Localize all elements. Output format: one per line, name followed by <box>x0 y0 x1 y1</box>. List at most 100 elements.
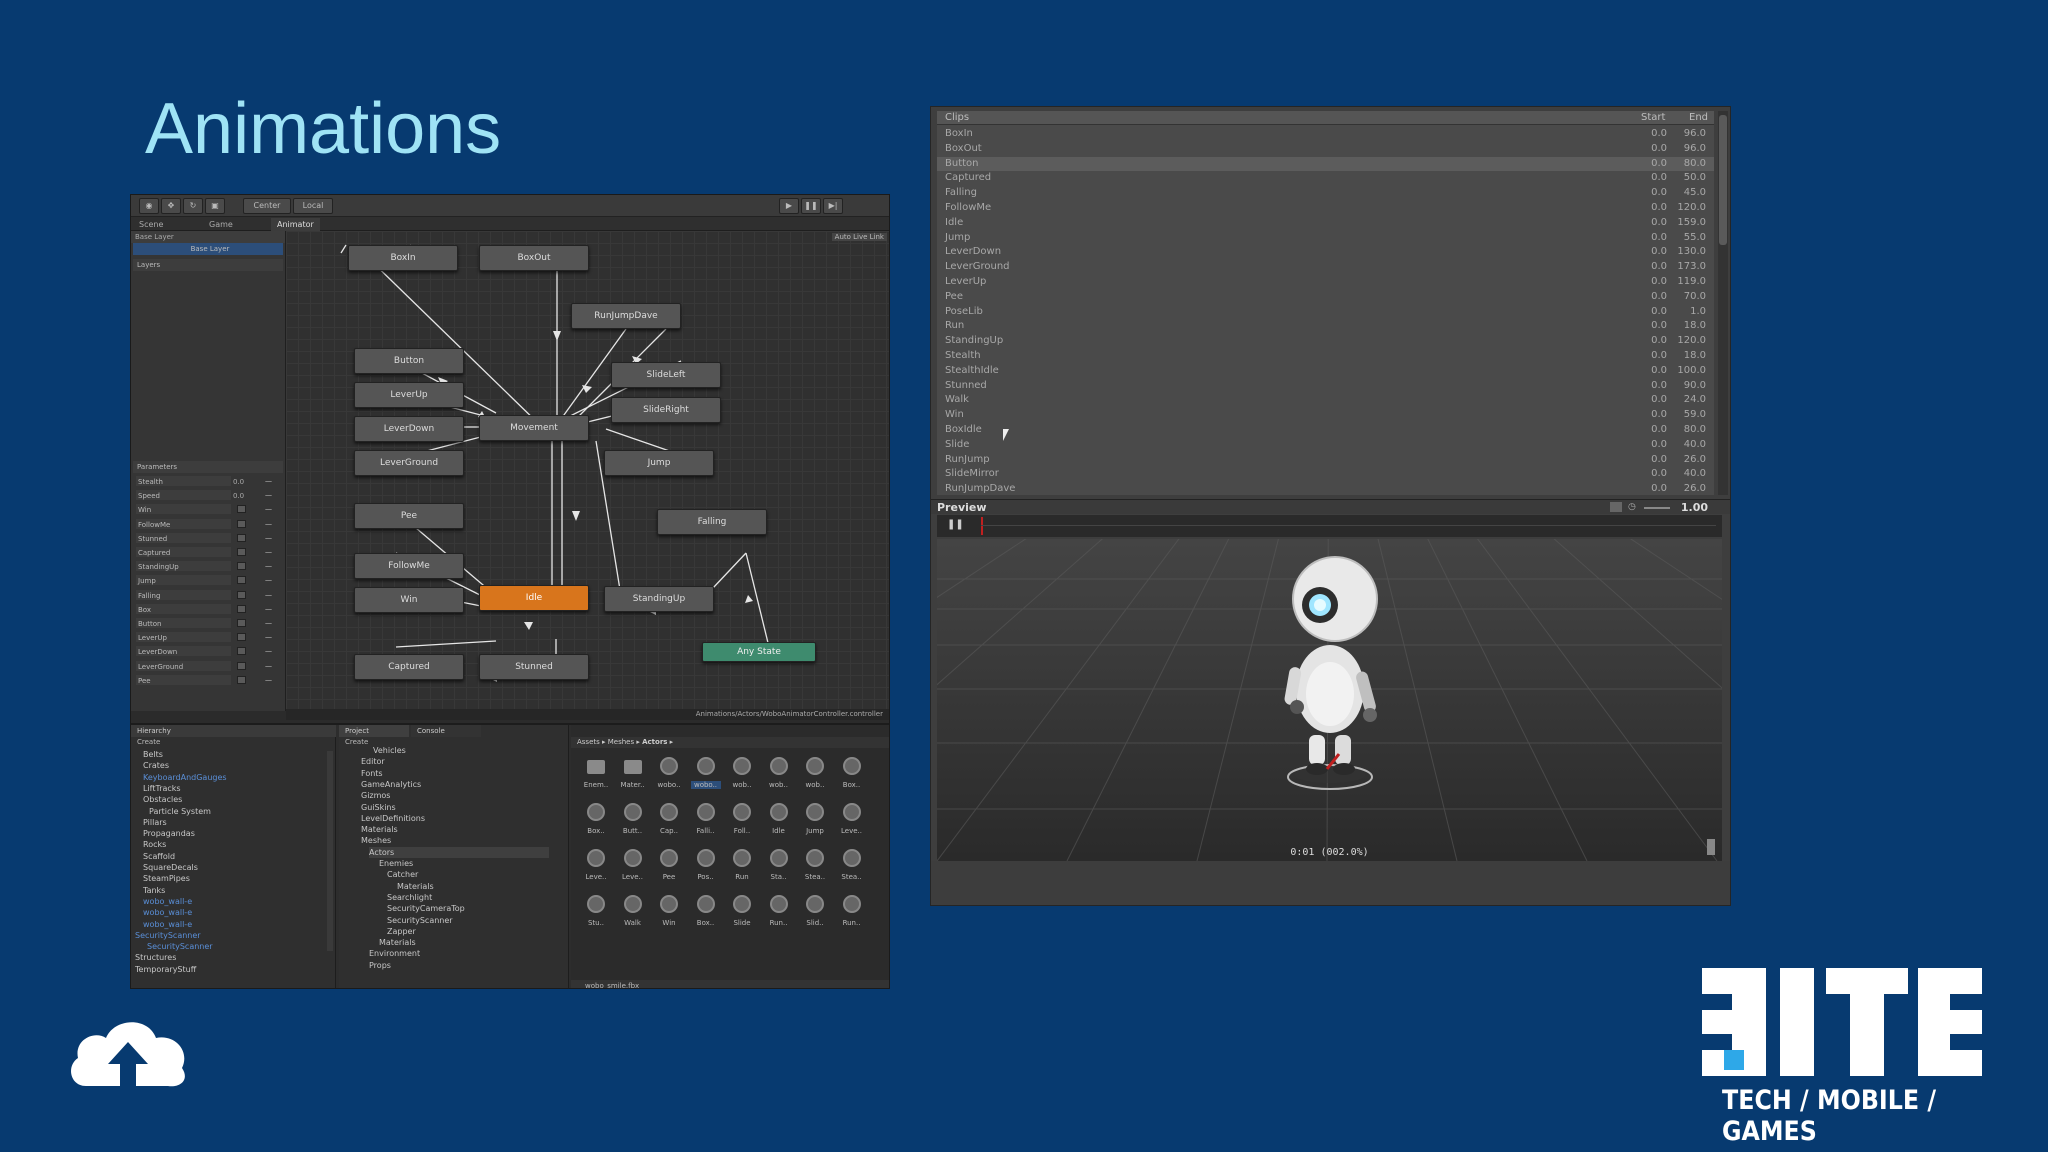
state-leverup[interactable]: LeverUp <box>354 382 464 408</box>
state-any-state[interactable]: Any State <box>702 642 816 662</box>
project-folder[interactable]: Props <box>369 960 391 971</box>
clip-row[interactable]: LeverGround 0.0 173.0 <box>937 260 1714 275</box>
parameter-checkbox[interactable] <box>237 604 246 613</box>
asset-item[interactable]: Pee <box>654 847 684 887</box>
hierarchy-item[interactable]: Obstacles <box>143 794 182 805</box>
clips-scrollbar-thumb[interactable] <box>1719 115 1727 245</box>
asset-item[interactable]: Run.. <box>837 893 867 933</box>
asset-item[interactable]: Leve.. <box>581 847 611 887</box>
move-tool-icon[interactable]: ✥ <box>161 198 181 214</box>
asset-item[interactable]: wobo.. <box>654 755 684 795</box>
hierarchy-item[interactable]: LiftTracks <box>143 783 181 794</box>
state-falling[interactable]: Falling <box>657 509 767 535</box>
state-jump[interactable]: Jump <box>604 450 714 476</box>
parameter-row[interactable]: LeverGround — <box>133 660 283 672</box>
project-folder[interactable]: Zapper <box>387 926 416 937</box>
avatar-icon[interactable] <box>1610 502 1622 512</box>
project-folder[interactable]: Meshes <box>361 835 391 846</box>
hierarchy-item[interactable]: TemporaryStuff <box>135 964 196 975</box>
remove-parameter-icon[interactable]: — <box>265 489 272 501</box>
parameter-row[interactable]: FollowMe — <box>133 518 283 530</box>
asset-item[interactable]: wob.. <box>764 755 794 795</box>
scale-tool-icon[interactable]: ▣ <box>205 198 225 214</box>
step-icon[interactable]: ▶| <box>823 198 843 214</box>
clip-row[interactable]: Run 0.0 18.0 <box>937 319 1714 334</box>
tab-hierarchy[interactable]: Hierarchy <box>131 725 336 737</box>
remove-parameter-icon[interactable]: — <box>265 645 272 657</box>
parameter-checkbox[interactable] <box>237 562 246 571</box>
base-layer-breadcrumb[interactable]: Base Layer <box>131 231 285 243</box>
parameter-value[interactable]: 0.0 <box>233 490 253 500</box>
asset-item[interactable]: Stea.. <box>800 847 830 887</box>
asset-item[interactable]: Slide <box>727 893 757 933</box>
breadcrumb-actors[interactable]: Actors <box>642 738 667 746</box>
state-standingup[interactable]: StandingUp <box>604 586 714 612</box>
pause-icon[interactable]: ❚❚ <box>801 198 821 214</box>
clip-row[interactable]: SlideMirror 0.0 40.0 <box>937 467 1714 482</box>
clip-row[interactable]: Stunned 0.0 90.0 <box>937 379 1714 394</box>
asset-item[interactable]: Stu.. <box>581 893 611 933</box>
hierarchy-item[interactable]: wobo_wall-e <box>143 919 192 930</box>
tab-console[interactable]: Console <box>411 725 481 737</box>
asset-item[interactable]: wob.. <box>727 755 757 795</box>
parameter-checkbox[interactable] <box>237 661 246 670</box>
parameter-row[interactable]: Win — <box>133 503 283 515</box>
project-folder[interactable]: Catcher <box>387 869 418 880</box>
state-boxout[interactable]: BoxOut <box>479 245 589 271</box>
clip-row[interactable]: Falling 0.0 45.0 <box>937 186 1714 201</box>
project-folder[interactable]: Materials <box>379 937 416 948</box>
remove-parameter-icon[interactable]: — <box>265 532 272 544</box>
parameter-row[interactable]: Box — <box>133 603 283 615</box>
asset-item[interactable]: Win <box>654 893 684 933</box>
asset-item[interactable]: Falli.. <box>691 801 721 841</box>
base-layer-row[interactable]: Base Layer <box>133 243 283 255</box>
remove-parameter-icon[interactable]: — <box>265 503 272 515</box>
asset-item[interactable]: Leve.. <box>837 801 867 841</box>
asset-item[interactable]: Mater.. <box>618 755 648 795</box>
state-movement[interactable]: Movement <box>479 415 589 441</box>
avatar-figure-icon[interactable] <box>1707 839 1715 855</box>
asset-item[interactable]: Box.. <box>837 755 867 795</box>
tab-project[interactable]: Project <box>339 725 409 737</box>
breadcrumb-meshes[interactable]: Meshes <box>608 738 634 746</box>
hierarchy-item[interactable]: wobo_wall-e <box>143 907 192 918</box>
remove-parameter-icon[interactable]: — <box>265 546 272 558</box>
parameter-row[interactable]: LeverUp — <box>133 631 283 643</box>
asset-item[interactable]: Sta.. <box>764 847 794 887</box>
project-folder[interactable]: LevelDefinitions <box>361 813 425 824</box>
hierarchy-item[interactable]: Crates <box>143 760 169 771</box>
project-folder[interactable]: SecurityScanner <box>387 915 453 926</box>
asset-item[interactable]: Walk <box>618 893 648 933</box>
tab-animator[interactable]: Animator <box>271 218 320 231</box>
project-folder[interactable]: GuiSkins <box>361 802 396 813</box>
hierarchy-scrollbar[interactable] <box>327 751 333 951</box>
project-folder[interactable]: Searchlight <box>387 892 432 903</box>
asset-item[interactable]: Box.. <box>691 893 721 933</box>
project-folder[interactable]: Editor <box>361 756 385 767</box>
asset-item[interactable]: Slid.. <box>800 893 830 933</box>
tab-game[interactable]: Game <box>203 218 239 231</box>
hierarchy-item[interactable]: Propagandas <box>143 828 195 839</box>
project-folder[interactable]: Gizmos <box>361 790 390 801</box>
preview-viewport[interactable]: 0:01 (002.0%) <box>937 539 1722 861</box>
state-win[interactable]: Win <box>354 587 464 613</box>
asset-item[interactable]: Foll.. <box>727 801 757 841</box>
clip-row[interactable]: Slide 0.0 40.0 <box>937 438 1714 453</box>
state-followme[interactable]: FollowMe <box>354 553 464 579</box>
state-button[interactable]: Button <box>354 348 464 374</box>
clip-row[interactable]: Walk 0.0 24.0 <box>937 393 1714 408</box>
state-idle[interactable]: Idle <box>479 585 589 611</box>
hierarchy-item[interactable]: Scaffold <box>143 851 175 862</box>
parameter-checkbox[interactable] <box>237 633 246 642</box>
parameter-row[interactable]: LeverDown — <box>133 645 283 657</box>
hierarchy-item[interactable]: SecurityScanner <box>147 941 213 952</box>
state-slideleft[interactable]: SlideLeft <box>611 362 721 388</box>
project-create-button[interactable]: Create <box>345 738 368 746</box>
asset-item[interactable]: Pos.. <box>691 847 721 887</box>
clip-row[interactable]: Button 0.0 80.0 <box>937 156 1714 172</box>
clip-row[interactable]: Win 0.0 59.0 <box>937 408 1714 423</box>
project-folder[interactable]: GameAnalytics <box>361 779 421 790</box>
project-folder[interactable]: Environment <box>369 948 420 959</box>
clip-row[interactable]: LeverDown 0.0 130.0 <box>937 245 1714 260</box>
pivot-local-button[interactable]: Local <box>293 198 333 214</box>
